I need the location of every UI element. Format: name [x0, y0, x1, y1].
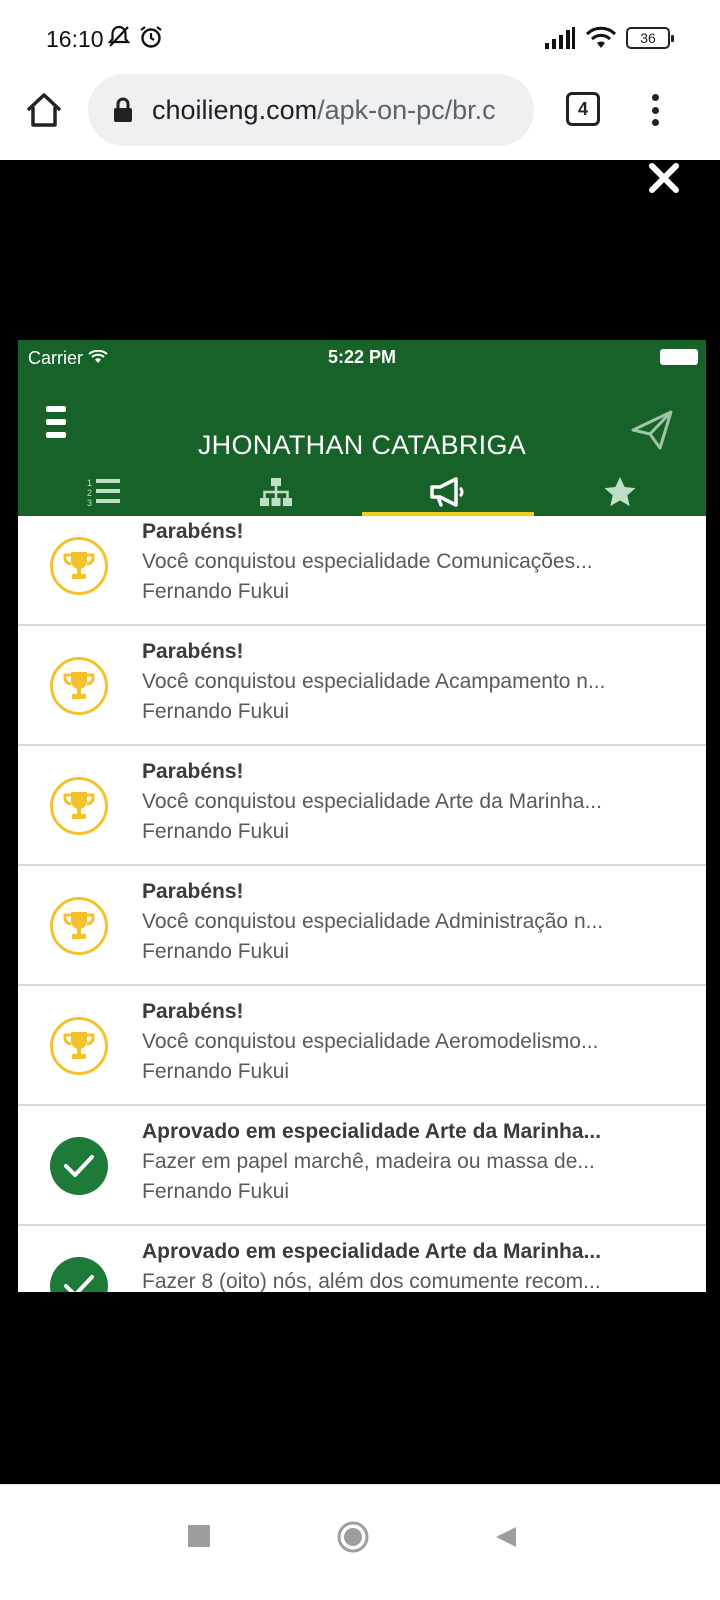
notification-message: Fazer 8 (oito) nós, além dos comumente r…	[142, 1270, 601, 1292]
status-left-icons	[106, 24, 164, 50]
ios-battery-icon	[660, 349, 698, 365]
trophy-icon	[63, 912, 95, 939]
notification-title: Parabéns!	[142, 880, 244, 903]
app-screenshot: Carrier 5:22 PM JHONATHAN CATABRIGA 123	[18, 340, 706, 1292]
status-time: 16:10	[46, 26, 104, 52]
notification-title: Parabéns!	[142, 760, 244, 783]
trophy-icon	[63, 1032, 95, 1059]
sitemap-icon	[260, 478, 292, 506]
trophy-avatar	[50, 777, 108, 835]
list-item[interactable]: Aprovado em especialidade Arte da Marinh…	[18, 1106, 706, 1226]
signal-icon	[545, 27, 575, 49]
trophy-avatar	[50, 1017, 108, 1075]
ios-time: 5:22 PM	[328, 347, 397, 367]
list-item-text: Aprovado em especialidade Arte da Marinh…	[142, 1120, 682, 1204]
trophy-icon	[63, 672, 95, 699]
list-item-text: Parabéns! Você conquistou especialidade C…	[142, 520, 682, 604]
notification-author: Fernando Fukui	[142, 700, 290, 723]
close-icon[interactable]	[646, 160, 682, 196]
notification-title: Parabéns!	[142, 640, 244, 663]
recents-icon[interactable]	[188, 1525, 210, 1547]
send-icon[interactable]	[630, 408, 674, 452]
wifi-icon	[88, 349, 108, 363]
bullhorn-icon	[430, 477, 464, 507]
list-item-text: Parabéns! Você conquistou especialidade A…	[142, 760, 682, 844]
url-text: choilieng.com/apk-on-pc/br.c	[152, 95, 496, 126]
notification-author: Fernando Fukui	[142, 580, 290, 603]
lock-icon	[114, 97, 132, 122]
notification-title: Aprovado em especialidade Arte da Marinh…	[142, 1240, 602, 1263]
more-menu-icon[interactable]	[640, 90, 670, 130]
notification-message: Você conquistou especialidade Administra…	[142, 910, 604, 933]
image-viewer: Carrier 5:22 PM JHONATHAN CATABRIGA 123	[0, 160, 720, 1484]
ios-status-bar: Carrier 5:22 PM	[18, 340, 706, 376]
notification-author: Fernando Fukui	[142, 940, 290, 963]
status-right-icons: 36	[544, 26, 674, 50]
list-item-text: Aprovado em especialidade Arte da Marinh…	[142, 1240, 682, 1292]
notification-title: Parabéns!	[142, 1000, 244, 1023]
star-icon	[604, 477, 636, 507]
battery-indicator: 36	[626, 27, 674, 49]
svg-text:2: 2	[87, 488, 92, 498]
list-item-text: Parabéns! Você conquistou especialidade A…	[142, 1000, 682, 1084]
list-numbered-icon: 123	[87, 478, 120, 508]
notification-message: Você conquistou especialidade Aeromodeli…	[142, 1030, 599, 1053]
list-item[interactable]: Parabéns! Você conquistou especialidade C…	[18, 506, 706, 626]
app-header: JHONATHAN CATABRIGA 123	[18, 376, 706, 516]
list-item[interactable]: Parabéns! Você conquistou especialidade A…	[18, 626, 706, 746]
status-bar: 16:10 36	[0, 0, 720, 78]
tab-switcher-button[interactable]: 4	[566, 92, 600, 126]
notification-message: Você conquistou especialidade Comunicaçõ…	[142, 550, 593, 573]
notification-author: Fernando Fukui	[142, 820, 290, 843]
system-nav-bar	[0, 1484, 720, 1600]
notification-message: Fazer em papel marchê, madeira ou massa …	[142, 1150, 595, 1173]
list-item[interactable]: Parabéns! Você conquistou especialidade A…	[18, 746, 706, 866]
url-path: /apk-on-pc/br.c	[317, 94, 496, 125]
svg-text:1: 1	[87, 478, 92, 488]
check-avatar	[50, 1137, 108, 1195]
check-avatar	[50, 1257, 108, 1292]
back-icon[interactable]	[494, 1525, 518, 1549]
notification-title: Parabéns!	[142, 520, 244, 543]
trophy-icon	[63, 552, 95, 579]
notification-message: Você conquistou especialidade Acampament…	[142, 670, 606, 693]
address-bar[interactable]: choilieng.com/apk-on-pc/br.c	[88, 74, 534, 146]
list-item[interactable]: Parabéns! Você conquistou especialidade A…	[18, 866, 706, 986]
carrier-label: Carrier	[28, 348, 108, 369]
alarm-icon	[140, 26, 162, 48]
notification-author: Fernando Fukui	[142, 1060, 290, 1083]
check-icon	[64, 1155, 94, 1177]
notification-message: Você conquistou especialidade Arte da Ma…	[142, 790, 602, 813]
trophy-avatar	[50, 657, 108, 715]
notification-title: Aprovado em especialidade Arte da Marinh…	[142, 1120, 602, 1143]
home-icon[interactable]	[22, 88, 66, 132]
app-title: JHONATHAN CATABRIGA	[197, 430, 527, 460]
trophy-icon	[63, 792, 95, 819]
mute-bell-icon	[107, 25, 131, 47]
browser-toolbar: choilieng.com/apk-on-pc/br.c 4	[0, 72, 720, 160]
notification-author: Fernando Fukui	[142, 1180, 290, 1203]
check-icon	[64, 1275, 94, 1292]
home-circle-icon[interactable]	[337, 1521, 369, 1553]
url-domain: choilieng.com	[152, 94, 318, 125]
wifi-icon	[586, 26, 616, 48]
list-item[interactable]: Parabéns! Você conquistou especialidade A…	[18, 986, 706, 1106]
trophy-avatar	[50, 897, 108, 955]
list-item-text: Parabéns! Você conquistou especialidade A…	[142, 880, 682, 964]
trophy-avatar	[50, 537, 108, 595]
list-item-text: Parabéns! Você conquistou especialidade A…	[142, 640, 682, 724]
list-item[interactable]: Aprovado em especialidade Arte da Marinh…	[18, 1226, 706, 1292]
